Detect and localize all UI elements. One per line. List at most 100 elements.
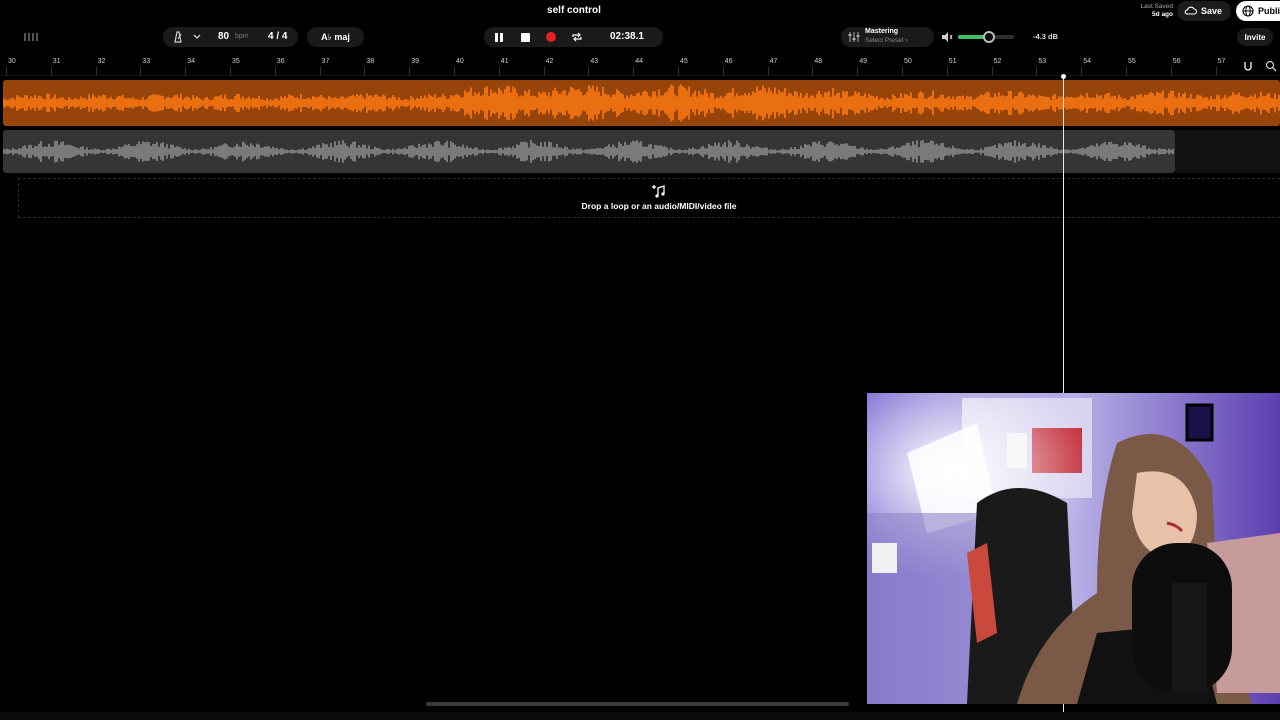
- bar-number: 32: [97, 58, 106, 65]
- tempo-controls: 80 bpm 4 / 4: [163, 27, 298, 47]
- bar-tick: [1215, 67, 1217, 75]
- bar-number: 40: [456, 58, 464, 65]
- bar-number: 31: [52, 58, 61, 65]
- webcam-image: [867, 393, 1280, 704]
- bar-tick: [95, 67, 97, 75]
- audio-region-vocal[interactable]: [3, 80, 1280, 126]
- waveform: [3, 84, 1280, 122]
- timeline-ruler[interactable]: 30 31 32 33 34 35 36 37 38 39 40 41 42 43 44 45 46 47 48 49…: [0, 56, 1280, 76]
- audio-region-beat[interactable]: [3, 130, 1175, 173]
- bar-tick: [230, 67, 231, 75]
- waveform: [3, 140, 1174, 163]
- bar-tick: [1170, 67, 1172, 75]
- loop-icon[interactable]: [571, 31, 583, 43]
- bar-number: 50: [904, 58, 912, 65]
- globe-icon: [1242, 5, 1254, 17]
- bar-tick: [454, 67, 455, 75]
- bar-tick: [857, 67, 859, 75]
- bar-number: 37: [321, 58, 330, 65]
- volume-db: -4.3 dB: [1033, 32, 1059, 41]
- track-list-toggle-icon[interactable]: [22, 28, 40, 46]
- bar-tick: [722, 67, 724, 75]
- last-saved-value: 5d ago: [1152, 11, 1173, 18]
- bar-number: 51: [948, 58, 957, 65]
- bar-number: 47: [769, 58, 778, 65]
- bar-tick: [1126, 67, 1127, 75]
- bar-number: 34: [187, 58, 195, 65]
- mastering-label: Mastering: [865, 28, 899, 35]
- bar-tick: [364, 67, 366, 75]
- mastering-button[interactable]: Mastering Select Preset ›: [841, 27, 934, 47]
- bar-number: 30: [8, 58, 16, 65]
- time-signature[interactable]: 4 / 4: [268, 31, 287, 42]
- bar-number: 36: [276, 58, 285, 65]
- bar-number: 43: [590, 58, 599, 65]
- last-saved-label: Last Saved: [1140, 3, 1173, 10]
- chevron-down-icon[interactable]: [192, 31, 202, 43]
- bar-tick: [185, 67, 187, 75]
- tempo-unit: bpm: [235, 33, 249, 40]
- stop-button[interactable]: [519, 31, 531, 43]
- bar-tick: [946, 67, 948, 75]
- bar-number: 45: [680, 58, 688, 65]
- save-button[interactable]: Save: [1177, 1, 1231, 21]
- zoom-icon[interactable]: [1265, 60, 1277, 72]
- bar-number: 52: [993, 58, 1002, 65]
- bar-number: 46: [724, 58, 733, 65]
- bar-number: 54: [1083, 58, 1091, 65]
- last-saved-status: Last Saved 5d ago: [1140, 3, 1173, 19]
- bar-number: 44: [635, 58, 643, 65]
- bar-tick: [274, 67, 276, 75]
- playback-time[interactable]: 02:38.1: [610, 31, 644, 42]
- bar-number: 49: [859, 58, 867, 65]
- bar-tick: [633, 67, 635, 75]
- webcam-overlay: [867, 393, 1280, 704]
- bar-tick: [678, 67, 679, 75]
- project-title[interactable]: self control: [0, 5, 1148, 16]
- key-selector[interactable]: A♭ maj: [307, 27, 364, 47]
- bar-number: 39: [411, 58, 419, 65]
- pause-button[interactable]: [493, 31, 505, 43]
- metronome-icon[interactable]: [172, 31, 184, 43]
- bar-tick: [1036, 67, 1038, 75]
- horizontal-scrollbar[interactable]: [426, 702, 849, 706]
- speaker-icon[interactable]: [941, 31, 953, 43]
- bar-number: 42: [545, 58, 554, 65]
- bar-number: 53: [1038, 58, 1047, 65]
- cloud-icon: [1184, 6, 1197, 15]
- volume-knob[interactable]: [983, 31, 995, 43]
- bar-tick: [409, 67, 411, 75]
- sliders-icon: [848, 32, 860, 42]
- bar-tick: [767, 67, 769, 75]
- publish-label: Publi: [1258, 6, 1280, 16]
- invite-button[interactable]: Invite: [1237, 28, 1273, 46]
- magnet-icon[interactable]: [1242, 60, 1254, 72]
- playhead-handle[interactable]: [1061, 74, 1066, 79]
- add-music-icon: [652, 185, 665, 198]
- bar-tick: [812, 67, 814, 75]
- bar-number: 55: [1128, 58, 1136, 65]
- publish-button[interactable]: Publi: [1236, 1, 1280, 21]
- bar-tick: [50, 67, 52, 75]
- bar-tick: [543, 67, 545, 75]
- tempo-value[interactable]: 80: [218, 31, 229, 42]
- transport-controls: 02:38.1: [484, 27, 663, 47]
- bar-number: 35: [232, 58, 240, 65]
- save-label: Save: [1201, 6, 1223, 16]
- drop-zone[interactable]: [18, 178, 1280, 218]
- bar-number: 33: [142, 58, 151, 65]
- bar-tick: [319, 67, 321, 75]
- bar-tick: [902, 67, 903, 75]
- bar-tick: [588, 67, 590, 75]
- empty-track-area[interactable]: [1175, 130, 1280, 173]
- record-button[interactable]: [545, 31, 557, 43]
- bar-tick: [1081, 67, 1083, 75]
- bar-tick: [991, 67, 993, 75]
- top-bar: self control 80 bpm 4 / 4 A♭ maj 02:38.1…: [0, 0, 1280, 56]
- bar-number: 41: [500, 58, 509, 65]
- bar-tick: [6, 67, 7, 75]
- bar-number: 38: [366, 58, 375, 65]
- footer-bar: [0, 712, 1280, 720]
- bar-tick: [140, 67, 142, 75]
- bar-number: 57: [1217, 58, 1226, 65]
